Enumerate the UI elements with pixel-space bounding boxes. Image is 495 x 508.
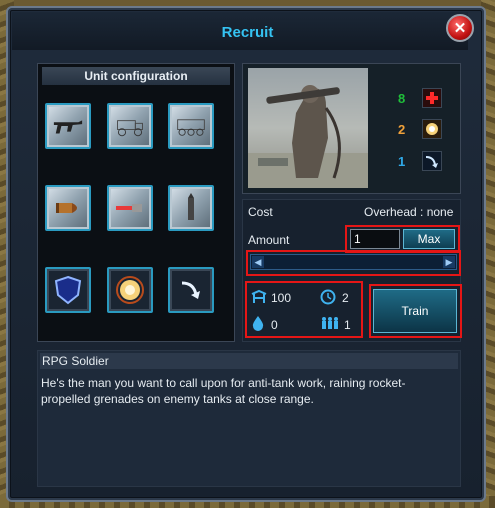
water-cost-value: 0 <box>271 318 278 332</box>
assault-rifle-icon <box>52 110 84 142</box>
upgrade-slot-speed[interactable] <box>168 267 214 313</box>
vehicle-slot-truck[interactable] <box>107 103 153 149</box>
ammo-slot-bullet[interactable] <box>45 185 91 231</box>
amount-input[interactable]: 1 <box>350 229 400 249</box>
ammo-slot-sniper[interactable] <box>168 185 214 231</box>
armored-vehicle-icon <box>175 110 207 142</box>
speed-stat-value: 1 <box>398 154 406 169</box>
overhead-label: Overhead : none <box>364 205 454 219</box>
close-icon: ✕ <box>453 20 467 37</box>
bullet-icon <box>52 192 84 224</box>
max-button[interactable]: Max <box>403 229 455 249</box>
explosion-icon <box>114 274 146 306</box>
explosion-icon <box>422 119 442 139</box>
vehicle-slot-armored[interactable] <box>168 103 214 149</box>
unit-name: RPG Soldier <box>40 353 458 369</box>
close-button[interactable]: ✕ <box>446 14 474 42</box>
population-cost-value: 1 <box>344 318 351 332</box>
health-cross-icon <box>422 88 442 108</box>
cost-label: Cost <box>248 205 273 219</box>
slider-right-arrow-icon[interactable]: ▶ <box>443 256 455 268</box>
window-title: Recruit <box>221 24 274 41</box>
population-icon <box>320 316 340 335</box>
laser-bullet-icon <box>114 192 146 224</box>
shield-icon <box>52 274 84 306</box>
unit-description: He's the man you want to call upon for a… <box>41 376 406 406</box>
truck-icon <box>114 110 146 142</box>
train-button[interactable]: Train <box>373 289 457 333</box>
speed-arrow-icon <box>422 151 442 171</box>
amount-label: Amount <box>248 233 290 247</box>
speed-arrow-icon <box>175 274 207 306</box>
time-cost-value: 2 <box>342 291 349 305</box>
ammo-slot-laser[interactable] <box>107 185 153 231</box>
clock-icon <box>320 289 336 310</box>
weapon-slot-assault-rifle[interactable] <box>45 103 91 149</box>
water-drop-icon <box>251 315 265 336</box>
amount-slider[interactable]: ◀ ▶ <box>250 254 457 270</box>
unit-description-panel: RPG Soldier He's the man you want to cal… <box>37 350 461 487</box>
slider-left-arrow-icon[interactable]: ◀ <box>252 256 264 268</box>
upgrade-slot-shield[interactable] <box>45 267 91 313</box>
supply-cost-value: 100 <box>271 291 292 305</box>
rpg-soldier-portrait <box>248 68 368 188</box>
supply-icon <box>250 289 268 310</box>
damage-stat-value: 2 <box>398 122 406 137</box>
sniper-bullet-icon <box>175 192 207 224</box>
unit-configuration-header: Unit configuration <box>42 67 230 85</box>
upgrade-slot-explosion[interactable] <box>107 267 153 313</box>
health-stat-value: 8 <box>398 91 406 106</box>
